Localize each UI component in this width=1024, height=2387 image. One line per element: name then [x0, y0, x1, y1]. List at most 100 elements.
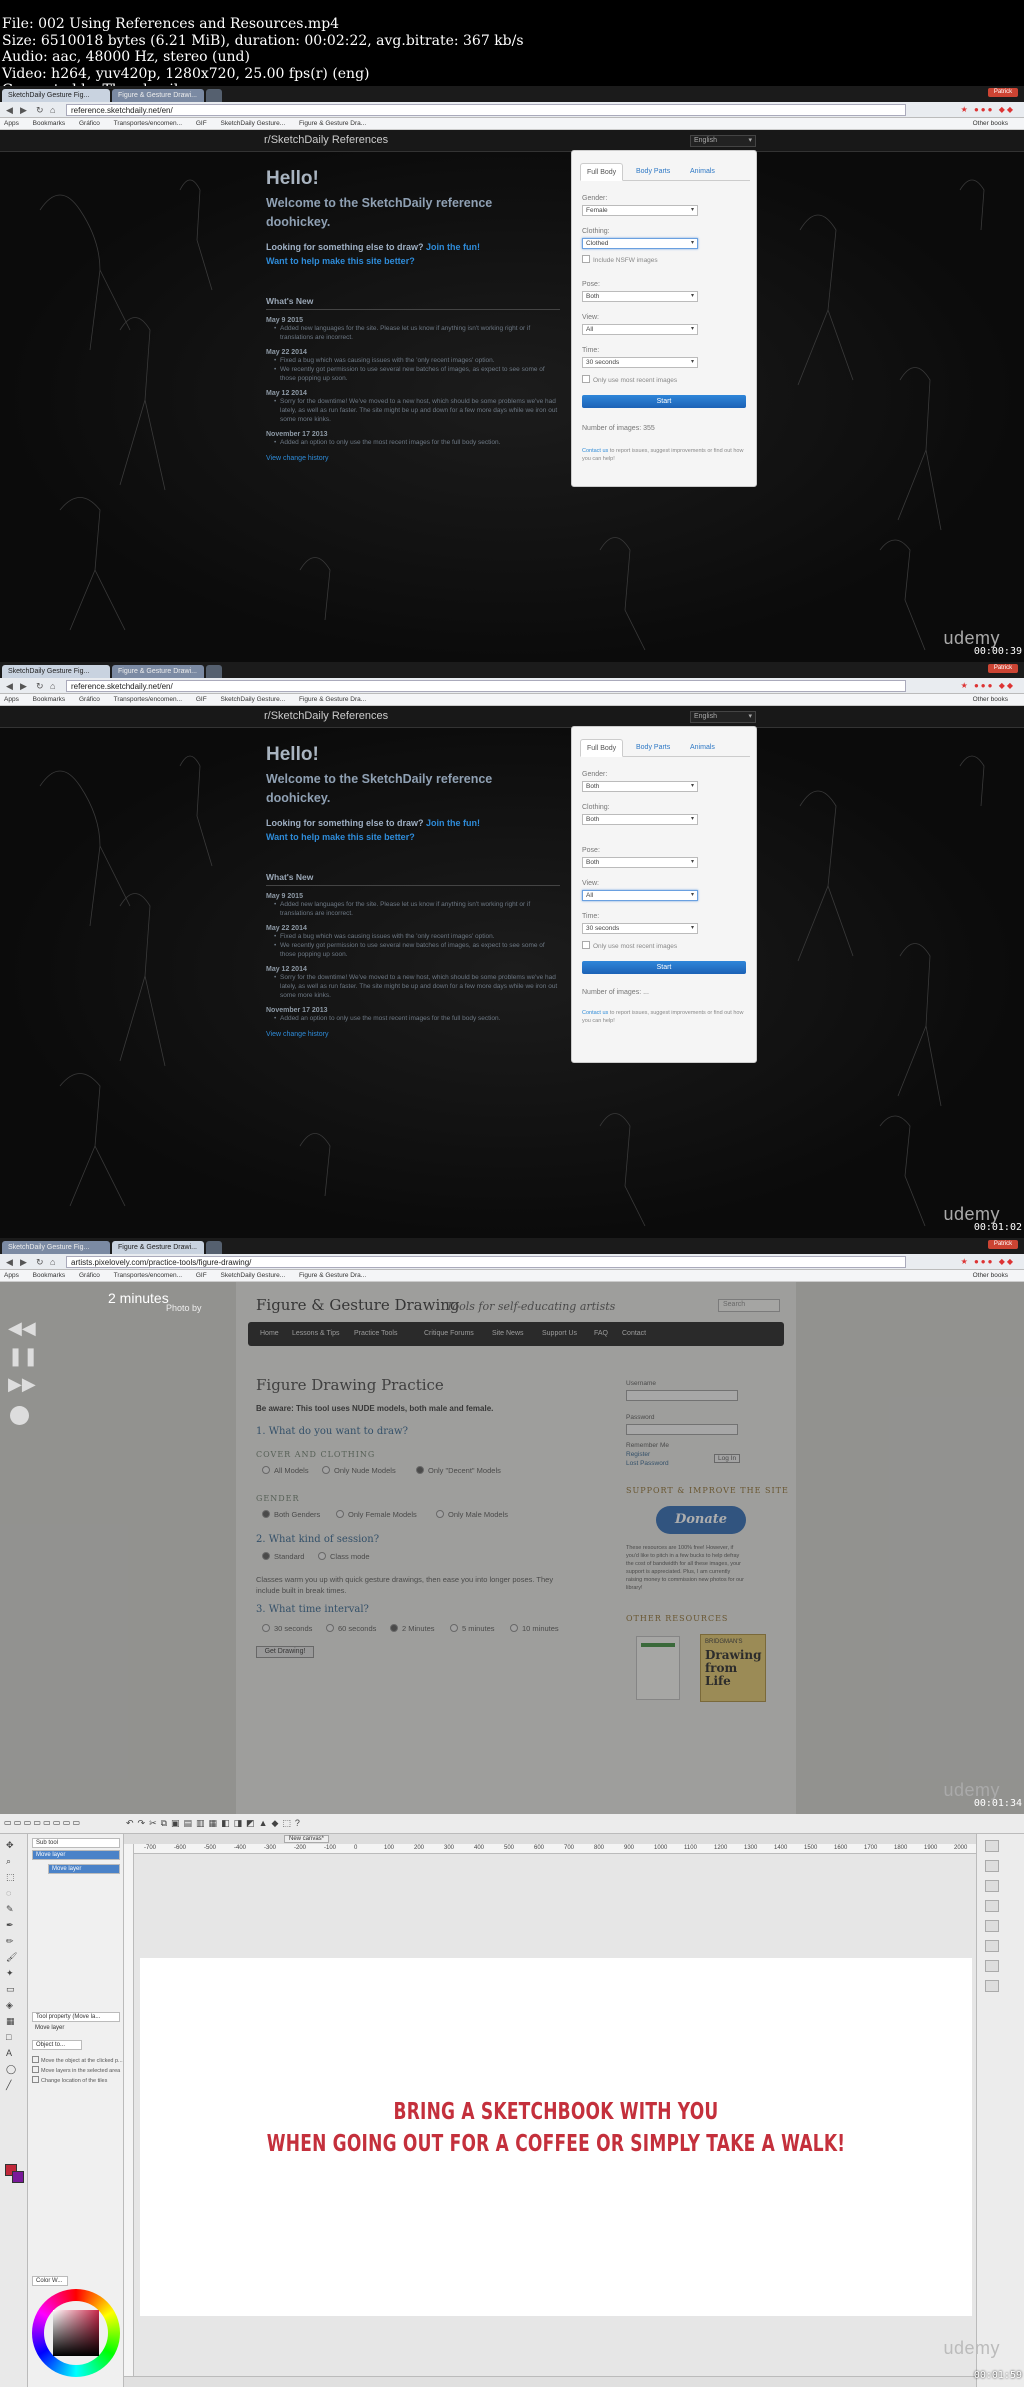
- contact-link[interactable]: Contact us: [582, 1010, 608, 1016]
- select-tool-icon[interactable]: ⬚: [6, 1872, 20, 1882]
- pose-select[interactable]: Both: [582, 857, 698, 868]
- bookmark-item[interactable]: GIF: [196, 696, 207, 703]
- tab-body-parts[interactable]: Body Parts: [630, 739, 676, 757]
- panel-icon[interactable]: [985, 1980, 999, 1992]
- browser-tab[interactable]: Figure & Gesture Drawi...: [112, 89, 204, 102]
- text-tool-icon[interactable]: A: [6, 2048, 20, 2058]
- site-brand[interactable]: r/SketchDaily References: [264, 710, 388, 722]
- canvas-tab[interactable]: New canvas*: [284, 1835, 330, 1843]
- home-icon[interactable]: ⌂: [50, 681, 55, 691]
- view-history-link[interactable]: View change history: [266, 455, 560, 462]
- next-icon[interactable]: ▶▶: [8, 1374, 36, 1395]
- forward-icon[interactable]: ▶: [20, 1257, 27, 1267]
- new-tab-button[interactable]: [206, 665, 222, 678]
- brush-tool-icon[interactable]: 🖌: [6, 1952, 20, 1962]
- extension-icons[interactable]: ★ ●●● ◆◆: [961, 105, 1015, 114]
- profile-button[interactable]: Patrick: [988, 664, 1018, 673]
- address-bar[interactable]: artists.pixelovely.com/practice-tools/fi…: [66, 1256, 1013, 1268]
- browser-tab[interactable]: SketchDaily Gesture Fig...: [2, 89, 110, 102]
- drawing-canvas[interactable]: BRING A SKETCHBOOK WITH YOU WHEN GOING O…: [140, 1958, 972, 2316]
- bookmark-item[interactable]: SketchDaily Gesture...: [221, 120, 286, 127]
- nsfw-checkbox[interactable]: Include NSFW images: [582, 255, 658, 264]
- time-select[interactable]: 30 seconds: [582, 357, 698, 368]
- new-tab-button[interactable]: [206, 89, 222, 102]
- panel-icon[interactable]: [985, 1840, 999, 1852]
- gender-select[interactable]: Both: [582, 781, 698, 792]
- bookmark-item[interactable]: Figure & Gesture Dra...: [299, 120, 366, 127]
- sub-tool-tab[interactable]: Sub tool: [32, 1838, 120, 1848]
- bookmark-item[interactable]: Transportes/encomen...: [114, 120, 182, 127]
- panel-icon[interactable]: [985, 1880, 999, 1892]
- extension-icons[interactable]: ★ ●●● ◆◆: [961, 681, 1015, 690]
- other-bookmarks[interactable]: Other books: [973, 118, 1008, 130]
- profile-button[interactable]: Patrick: [988, 88, 1018, 97]
- line-tool-icon[interactable]: ╱: [6, 2080, 20, 2090]
- other-bookmarks[interactable]: Other books: [973, 694, 1008, 706]
- join-link[interactable]: Join the fun!: [426, 242, 480, 252]
- bookmark-item[interactable]: GIF: [196, 120, 207, 127]
- join-link[interactable]: Join the fun!: [426, 818, 480, 828]
- previous-icon[interactable]: ◀◀: [8, 1318, 36, 1339]
- command-icons[interactable]: ↶↷✂⧉▣▤▥▦◧◨◩▲◆⬚?: [126, 1818, 304, 1829]
- contact-link[interactable]: Contact us: [582, 448, 608, 454]
- bookmark-item[interactable]: GIF: [196, 1272, 207, 1279]
- app-menu-icons[interactable]: ▭ ▭ ▭ ▭ ▭ ▭ ▭ ▭: [4, 1818, 124, 1830]
- panel-icon[interactable]: [985, 1920, 999, 1932]
- object-to-select[interactable]: Object to...: [32, 2040, 82, 2050]
- pencil-tool-icon[interactable]: ✏: [6, 1936, 20, 1946]
- tool-property-tab[interactable]: Tool property (Move la...: [32, 2012, 120, 2022]
- reload-icon[interactable]: ↻: [36, 1257, 44, 1267]
- bookmark-item[interactable]: Gráfico: [79, 1272, 100, 1279]
- language-select[interactable]: English: [690, 711, 756, 723]
- back-icon[interactable]: ◀: [6, 105, 13, 115]
- bookmark-item[interactable]: SketchDaily Gesture...: [221, 1272, 286, 1279]
- bookmark-item[interactable]: Bookmarks: [33, 120, 66, 127]
- address-bar[interactable]: reference.sketchdaily.net/en/ ★ ●●● ◆◆: [66, 104, 1013, 116]
- browser-tab[interactable]: Figure & Gesture Drawi...: [112, 1241, 204, 1254]
- recent-checkbox[interactable]: Only use most recent images: [582, 375, 677, 384]
- panel-icon[interactable]: [985, 1960, 999, 1972]
- new-tab-button[interactable]: [206, 1241, 222, 1254]
- eraser-icon[interactable]: ▭: [6, 1984, 20, 1994]
- tab-animals[interactable]: Animals: [684, 739, 721, 757]
- shape-tool-icon[interactable]: □: [6, 2032, 20, 2042]
- extension-icons[interactable]: ★ ●●● ◆◆: [961, 1257, 1015, 1266]
- site-brand[interactable]: r/SketchDaily References: [264, 134, 388, 146]
- bookmark-item[interactable]: Gráfico: [79, 696, 100, 703]
- tab-full-body[interactable]: Full Body: [580, 163, 624, 181]
- other-bookmarks[interactable]: Other books: [973, 1270, 1008, 1282]
- fill-tool-icon[interactable]: ◈: [6, 2000, 20, 2010]
- bookmark-item[interactable]: Bookmarks: [33, 696, 66, 703]
- stop-icon[interactable]: [10, 1406, 29, 1425]
- time-select[interactable]: 30 seconds: [582, 923, 698, 934]
- gender-select[interactable]: Female: [582, 205, 698, 216]
- sub-tool-move-layer-active[interactable]: Move layer: [48, 1864, 120, 1874]
- panel-icon[interactable]: [985, 1860, 999, 1872]
- address-bar[interactable]: reference.sketchdaily.net/en/ ★ ●●● ◆◆: [66, 680, 1013, 692]
- tab-animals[interactable]: Animals: [684, 163, 721, 181]
- move-tool-icon[interactable]: ✥: [6, 1840, 20, 1850]
- eyedropper-icon[interactable]: ✎: [6, 1904, 20, 1914]
- move-selected-checkbox[interactable]: Move layers in the selected area: [32, 2066, 120, 2074]
- view-select[interactable]: All: [582, 324, 698, 335]
- home-icon[interactable]: ⌂: [50, 1257, 55, 1267]
- start-button[interactable]: Start: [582, 961, 746, 974]
- pause-icon[interactable]: ❚❚: [8, 1346, 38, 1367]
- back-icon[interactable]: ◀: [6, 1257, 13, 1267]
- sub-tool-move-layer[interactable]: Move layer: [32, 1850, 120, 1860]
- tab-body-parts[interactable]: Body Parts: [630, 163, 676, 181]
- forward-icon[interactable]: ▶: [20, 105, 27, 115]
- bookmark-item[interactable]: SketchDaily Gesture...: [221, 696, 286, 703]
- forward-icon[interactable]: ▶: [20, 681, 27, 691]
- change-tiles-checkbox[interactable]: Change location of the tiles: [32, 2076, 107, 2084]
- pose-select[interactable]: Both: [582, 291, 698, 302]
- gradient-icon[interactable]: ▦: [6, 2016, 20, 2026]
- view-select[interactable]: All: [582, 890, 698, 901]
- browser-tab[interactable]: SketchDaily Gesture Fig...: [2, 665, 110, 678]
- clothing-select[interactable]: Clothed: [582, 238, 698, 249]
- start-button[interactable]: Start: [582, 395, 746, 408]
- panel-icon[interactable]: [985, 1940, 999, 1952]
- bookmark-item[interactable]: Gráfico: [79, 120, 100, 127]
- recent-checkbox[interactable]: Only use most recent images: [582, 941, 677, 950]
- color-square[interactable]: [53, 2310, 99, 2356]
